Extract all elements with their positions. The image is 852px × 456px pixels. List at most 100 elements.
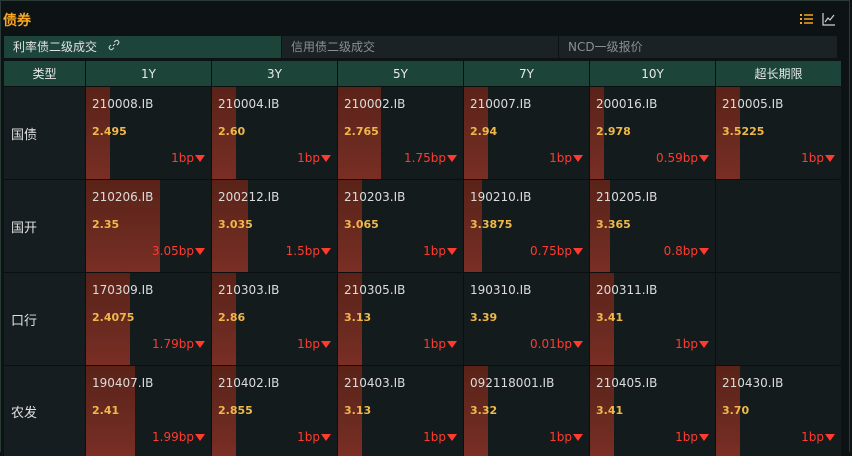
tab-rate-bond-secondary[interactable]: 利率债二级成交 xyxy=(4,36,282,58)
bond-cell[interactable]: 190310.IB 3.39 0.01bp xyxy=(464,273,589,365)
yield-change-value: 1bp xyxy=(297,337,320,351)
bond-yield: 3.13 xyxy=(344,311,372,324)
bond-yield: 3.3875 xyxy=(470,218,513,231)
down-arrow-icon xyxy=(321,433,331,441)
panel-title: 债券 xyxy=(3,13,31,29)
bond-code: 200016.IB xyxy=(596,97,658,111)
yield-change: 1bp xyxy=(801,430,835,444)
row-header: 农发 xyxy=(4,366,85,456)
down-arrow-icon xyxy=(699,340,709,348)
yield-change-value: 1bp xyxy=(171,151,194,165)
row-header: 口行 xyxy=(4,273,85,365)
bond-cell[interactable]: 210008.IB 2.495 1bp xyxy=(86,87,211,179)
bond-cell[interactable]: 210430.IB 3.70 1bp xyxy=(716,366,841,456)
bond-yield: 3.41 xyxy=(596,404,624,417)
bond-cell[interactable]: 210203.IB 3.065 1bp xyxy=(338,180,463,272)
bond-yield: 2.41 xyxy=(92,404,120,417)
bond-cell[interactable]: 200212.IB 3.035 1.5bp xyxy=(212,180,337,272)
bond-cell[interactable]: 190407.IB 2.41 1.99bp xyxy=(86,366,211,456)
down-arrow-icon xyxy=(195,247,205,255)
bond-cell[interactable]: 210402.IB 2.855 1bp xyxy=(212,366,337,456)
line-chart-icon[interactable] xyxy=(822,12,836,26)
bond-cell[interactable]: 210405.IB 3.41 1bp xyxy=(590,366,715,456)
yield-change-value: 1bp xyxy=(801,151,824,165)
yield-change: 1bp xyxy=(549,430,583,444)
bond-code: 170309.IB xyxy=(92,283,154,297)
column-header[interactable]: 10Y xyxy=(590,61,715,86)
yield-change-value: 0.8bp xyxy=(663,244,698,258)
bond-yield: 2.4075 xyxy=(92,311,135,324)
empty-cell xyxy=(716,180,841,272)
tab-label: NCD一级报价 xyxy=(568,40,643,54)
column-header[interactable]: 5Y xyxy=(338,61,463,86)
bond-cell[interactable]: 210004.IB 2.60 1bp xyxy=(212,87,337,179)
bond-cell[interactable]: 210007.IB 2.94 1bp xyxy=(464,87,589,179)
link-icon[interactable] xyxy=(108,36,120,58)
bond-cell[interactable]: 170309.IB 2.4075 1.79bp xyxy=(86,273,211,365)
down-arrow-icon xyxy=(195,340,205,348)
bond-cell[interactable]: 210303.IB 2.86 1bp xyxy=(212,273,337,365)
column-header[interactable]: 7Y xyxy=(464,61,589,86)
bond-code: 210405.IB xyxy=(596,376,658,390)
bond-cell[interactable]: 210305.IB 3.13 1bp xyxy=(338,273,463,365)
column-header[interactable]: 1Y xyxy=(86,61,211,86)
column-header[interactable]: 3Y xyxy=(212,61,337,86)
bond-cell[interactable]: 210206.IB 2.35 3.05bp xyxy=(86,180,211,272)
bond-cell[interactable]: 190210.IB 3.3875 0.75bp xyxy=(464,180,589,272)
yield-change-value: 0.01bp xyxy=(530,337,572,351)
list-icon[interactable] xyxy=(799,12,813,26)
bond-cell[interactable]: 210403.IB 3.13 1bp xyxy=(338,366,463,456)
bond-cell[interactable]: 210205.IB 3.365 0.8bp xyxy=(590,180,715,272)
bond-code: 210305.IB xyxy=(344,283,406,297)
bond-code: 190310.IB xyxy=(470,283,532,297)
yield-change: 1bp xyxy=(423,244,457,258)
bond-yield: 2.495 xyxy=(92,125,127,138)
yield-change-value: 1bp xyxy=(423,337,446,351)
bond-code: 210402.IB xyxy=(218,376,280,390)
bond-yield: 2.765 xyxy=(344,125,379,138)
bond-yield: 2.60 xyxy=(218,125,246,138)
bond-code: 210403.IB xyxy=(344,376,406,390)
yield-change-value: 1bp xyxy=(675,337,698,351)
yield-change-value: 1.99bp xyxy=(152,430,194,444)
yield-change: 1bp xyxy=(675,337,709,351)
bond-code: 210203.IB xyxy=(344,190,406,204)
bond-yield: 3.39 xyxy=(470,311,498,324)
down-arrow-icon xyxy=(573,247,583,255)
tab-credit-bond-secondary[interactable]: 信用债二级成交 xyxy=(282,36,559,58)
bond-cell[interactable]: 200311.IB 3.41 1bp xyxy=(590,273,715,365)
yield-change-value: 1.75bp xyxy=(404,151,446,165)
yield-change: 1bp xyxy=(675,430,709,444)
yield-change: 1bp xyxy=(801,151,835,165)
yield-change-value: 0.59bp xyxy=(656,151,698,165)
yield-change: 1bp xyxy=(297,430,331,444)
down-arrow-icon xyxy=(825,433,835,441)
yield-change-value: 1bp xyxy=(423,430,446,444)
bond-yield: 2.855 xyxy=(218,404,253,417)
bond-yield: 3.065 xyxy=(344,218,379,231)
bond-yield: 3.41 xyxy=(596,311,624,324)
bond-cell[interactable]: 200016.IB 2.978 0.59bp xyxy=(590,87,715,179)
yield-change-value: 3.05bp xyxy=(152,244,194,258)
bond-yield: 2.978 xyxy=(596,125,631,138)
down-arrow-icon xyxy=(447,154,457,162)
column-header[interactable]: 超长期限 xyxy=(716,61,841,86)
yield-change: 1bp xyxy=(423,337,457,351)
bond-yield: 3.365 xyxy=(596,218,631,231)
down-arrow-icon xyxy=(573,433,583,441)
yield-change-value: 1bp xyxy=(297,151,320,165)
yield-change: 3.05bp xyxy=(152,244,205,258)
bond-cell[interactable]: 210002.IB 2.765 1.75bp xyxy=(338,87,463,179)
yield-change-value: 0.75bp xyxy=(530,244,572,258)
down-arrow-icon xyxy=(195,433,205,441)
bond-code: 190407.IB xyxy=(92,376,154,390)
bond-code: 210205.IB xyxy=(596,190,658,204)
bond-cell[interactable]: 092118001.IB 3.32 1bp xyxy=(464,366,589,456)
yield-change-value: 1.79bp xyxy=(152,337,194,351)
bond-cell[interactable]: 210005.IB 3.5225 1bp xyxy=(716,87,841,179)
bond-yield: 3.035 xyxy=(218,218,253,231)
tab-ncd-primary-quote[interactable]: NCD一级报价 xyxy=(559,36,837,58)
yield-change-value: 1.5bp xyxy=(285,244,320,258)
yield-change-value: 1bp xyxy=(297,430,320,444)
bond-code: 210430.IB xyxy=(722,376,784,390)
